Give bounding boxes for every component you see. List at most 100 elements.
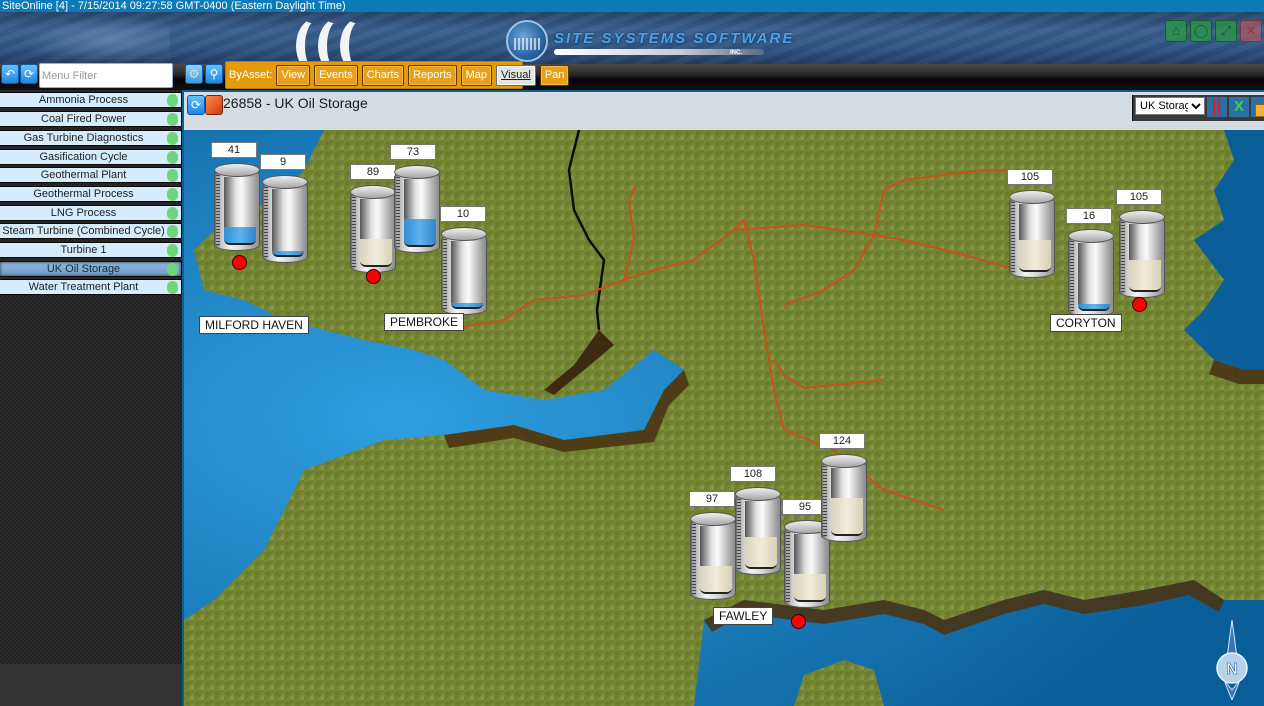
status-button[interactable]: ◯: [1190, 20, 1212, 42]
site-label: CORYTON: [1050, 314, 1122, 332]
site-marker[interactable]: [366, 269, 381, 284]
view-select[interactable]: UK Storage: [1135, 97, 1205, 115]
tank-level-label: 16: [1066, 208, 1112, 224]
status-indicator: [167, 225, 178, 238]
north-compass-icon: N: [1216, 620, 1248, 700]
sidebar-item-turbine-1[interactable]: Turbine 1: [0, 242, 182, 258]
tank[interactable]: [441, 227, 487, 317]
refresh-view-button[interactable]: ⟳: [187, 95, 205, 115]
expand-icon: ⤢: [1220, 23, 1232, 38]
nav-map-button[interactable]: Map: [460, 64, 493, 86]
tank[interactable]: [262, 175, 308, 265]
status-indicator: [167, 263, 178, 276]
site-marker[interactable]: [791, 614, 806, 629]
sidebar-item-steam-turbine[interactable]: Steam Turbine (Combined Cycle): [0, 223, 182, 239]
excel-export-button[interactable]: X: [1229, 97, 1249, 117]
view-controls: UK Storage X: [1132, 95, 1264, 121]
nav-pan-button[interactable]: Pan: [539, 64, 570, 86]
tank[interactable]: [735, 487, 781, 577]
sidebar-item-ammonia-process[interactable]: Ammonia Process: [0, 92, 182, 108]
content-header: ⟳ 26858 - UK Oil Storage UK Storage X: [184, 90, 1264, 130]
tank-level-label: 10: [440, 206, 486, 222]
tank[interactable]: [350, 185, 396, 275]
home-icon: ⌂: [1172, 23, 1180, 38]
site-marker[interactable]: [1132, 297, 1147, 312]
tank-window: [224, 177, 256, 245]
tank-roof: [350, 185, 396, 199]
site-marker[interactable]: [232, 255, 247, 270]
map-view[interactable]: 41 9 MILFORD HAVEN 89 73 10 PEMBROKE 105…: [184, 130, 1264, 706]
tank-roof: [441, 227, 487, 241]
search-button[interactable]: ⚲: [205, 64, 223, 84]
menu-filter-input[interactable]: [39, 63, 173, 88]
tank-fill-level: [794, 573, 826, 600]
nav-charts-button[interactable]: Charts: [361, 64, 405, 86]
sidebar-item-lng-process[interactable]: LNG Process: [0, 205, 182, 221]
status-indicator: [167, 94, 178, 107]
nav-visual-button[interactable]: Visual: [496, 64, 536, 86]
tank-window: [794, 534, 826, 602]
tank[interactable]: [1068, 229, 1114, 319]
nav-view-button[interactable]: View: [276, 64, 311, 86]
tank-ladder: [264, 187, 268, 257]
tank-window: [745, 501, 777, 569]
excel-export-icon: X: [1233, 98, 1244, 115]
tank[interactable]: [1119, 210, 1165, 300]
by-asset-label: ByAsset:: [229, 69, 273, 81]
tank-roof: [394, 165, 440, 179]
tank-roof: [262, 175, 308, 189]
tank-window: [272, 189, 304, 257]
tank-roof: [1119, 210, 1165, 224]
site-label: MILFORD HAVEN: [199, 316, 309, 334]
tank-fill-level: [831, 497, 863, 534]
settings-button[interactable]: ⚙: [185, 64, 203, 84]
tank-fill-level: [1129, 260, 1161, 290]
asset-cube-icon[interactable]: [205, 95, 223, 115]
tank-fill-level: [745, 537, 777, 567]
maximize-button[interactable]: ⤢: [1215, 20, 1237, 42]
svg-text:N: N: [1226, 661, 1238, 678]
close-icon: ✕: [1245, 23, 1257, 38]
tank[interactable]: [1009, 190, 1055, 280]
tank[interactable]: [690, 512, 736, 602]
tank-roof: [1009, 190, 1055, 204]
sidebar-item-coal-fired-power[interactable]: Coal Fired Power: [0, 111, 182, 127]
banner-wave-graphic: [20, 16, 170, 64]
tank[interactable]: [214, 163, 260, 253]
page-title: 26858 - UK Oil Storage: [223, 95, 368, 111]
status-indicator: [167, 281, 178, 294]
tank-ladder: [692, 524, 696, 594]
nav-reports-button[interactable]: Reports: [408, 64, 457, 86]
status-indicator: [167, 244, 178, 257]
back-button[interactable]: ↶: [1, 64, 19, 84]
sidebar-item-geothermal-plant[interactable]: Geothermal Plant: [0, 167, 182, 183]
pause-button[interactable]: [1207, 97, 1227, 117]
tank-level-label: 73: [390, 144, 436, 160]
sidebar-item-gasification-cycle[interactable]: Gasification Cycle: [0, 149, 182, 165]
tank-roof: [1068, 229, 1114, 243]
undo-icon: ↶: [4, 67, 16, 81]
close-button[interactable]: ✕: [1240, 20, 1262, 42]
tank-window: [1078, 243, 1110, 311]
sidebar-item-water-treatment-plant[interactable]: Water Treatment Plant: [0, 279, 182, 295]
tank-roof: [690, 512, 736, 526]
sidebar-item-uk-oil-storage[interactable]: UK Oil Storage: [0, 261, 182, 277]
tank-fill-level: [1078, 303, 1110, 309]
tank[interactable]: [821, 454, 867, 544]
sidebar-item-geothermal-process[interactable]: Geothermal Process: [0, 186, 182, 202]
package-button[interactable]: [1251, 97, 1264, 117]
tank-ladder: [1070, 241, 1074, 311]
by-asset-nav: ByAsset: View Events Charts Reports Map …: [225, 61, 570, 89]
tank[interactable]: [394, 165, 440, 255]
sidebar-item-gas-turbine-diagnostics[interactable]: Gas Turbine Diagnostics: [0, 130, 182, 146]
gear-icon: ⚙: [188, 67, 200, 81]
tank-fill-level: [360, 238, 392, 265]
nav-events-button[interactable]: Events: [314, 64, 358, 86]
home-button[interactable]: ⌂: [1165, 20, 1187, 42]
tank-level-label: 41: [211, 142, 257, 158]
header-banner: SITE SYSTEMS SOFTWARE INC. ⌂ ◯ ⤢ ✕: [0, 12, 1264, 64]
magnifier-icon: ⚲: [209, 67, 219, 81]
reload-button[interactable]: ⟳: [20, 64, 38, 84]
tank-window: [360, 199, 392, 267]
company-name: SITE SYSTEMS SOFTWARE: [554, 30, 795, 47]
